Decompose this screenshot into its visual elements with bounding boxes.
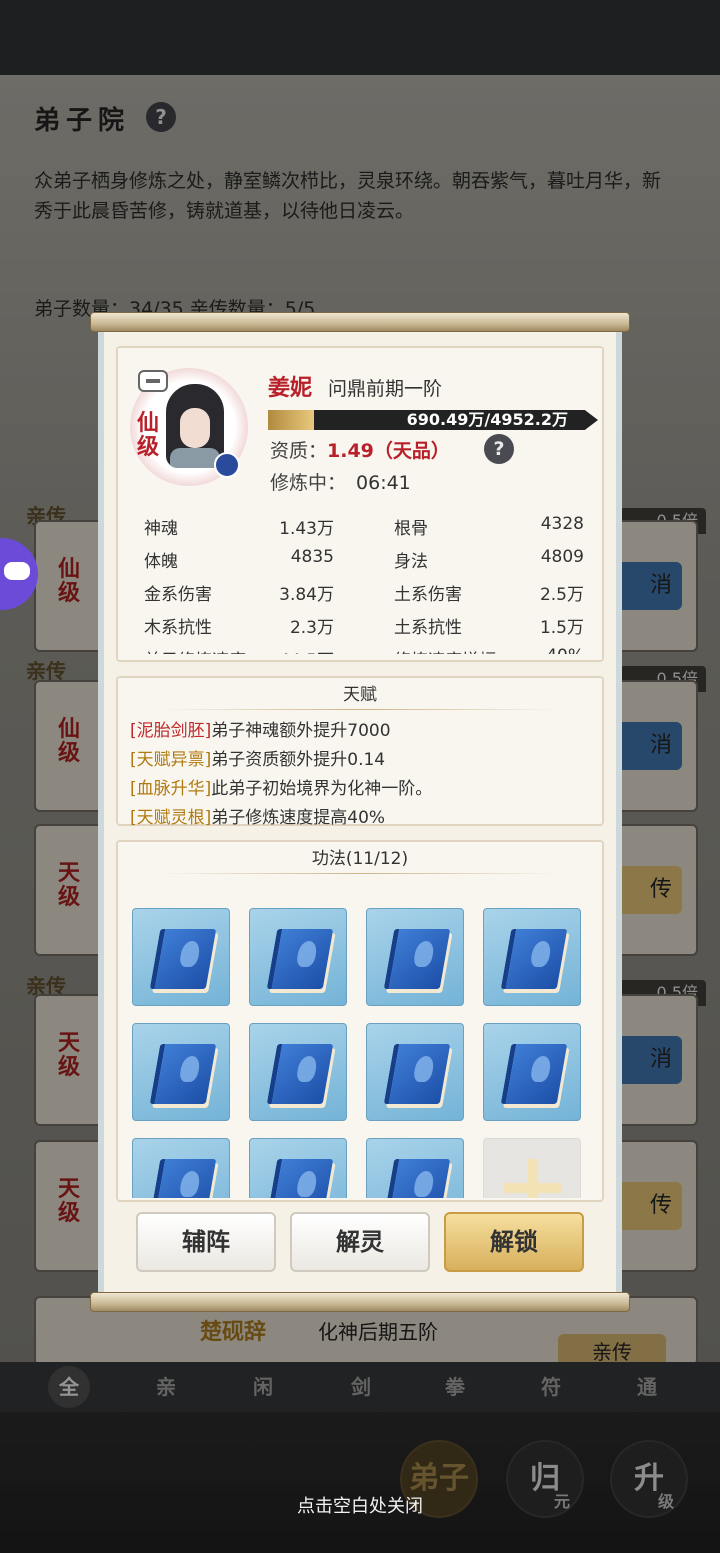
stat-row: 木系抗性 2.3万 bbox=[144, 613, 334, 641]
portrait-robe bbox=[170, 448, 220, 468]
disciple-name: 姜妮 bbox=[268, 376, 313, 401]
portrait-face bbox=[180, 408, 210, 448]
disciple-realm: 问鼎前期一阶 bbox=[328, 378, 443, 400]
stat-label: 土系伤害 bbox=[394, 585, 462, 605]
skill-book-slot[interactable] bbox=[483, 1023, 581, 1121]
stat-label: 修炼速度增幅 bbox=[394, 646, 496, 654]
stat-label: 身法 bbox=[394, 552, 428, 572]
stat-row: 身法 4809 bbox=[394, 547, 584, 575]
stat-value: 2.3万 bbox=[289, 618, 334, 638]
talent-text: 弟子资质额外提升0.14 bbox=[211, 750, 386, 770]
book-icon bbox=[500, 929, 568, 989]
disciple-avatar[interactable]: 仙级 bbox=[130, 368, 248, 486]
book-icon bbox=[383, 1044, 451, 1104]
stat-row: 根骨 4328 bbox=[394, 514, 584, 542]
stat-label: 弟子修炼速度 bbox=[144, 646, 246, 654]
scroll-rod-top bbox=[90, 312, 630, 332]
stat-value: 4835 bbox=[290, 547, 334, 567]
cultivating-time: 06:41 bbox=[356, 472, 411, 494]
lock-icon[interactable] bbox=[138, 370, 168, 392]
release-button[interactable]: 解灵 bbox=[290, 1212, 430, 1272]
stat-value: 44.5万 bbox=[279, 646, 334, 654]
exp-progress-bar: 690.49万/4952.2万 bbox=[268, 410, 598, 430]
book-icon bbox=[149, 1159, 217, 1198]
portrait bbox=[166, 384, 224, 468]
stat-label: 根骨 bbox=[394, 519, 428, 539]
book-icon bbox=[266, 929, 334, 989]
stat-value: 3.84万 bbox=[279, 585, 334, 605]
talent-text: 弟子神魂额外提升7000 bbox=[211, 721, 391, 741]
skills-grid[interactable] bbox=[116, 892, 604, 1198]
talent-row: [血脉升华]此弟子初始境界为化神一阶。 bbox=[130, 774, 432, 799]
book-icon bbox=[266, 1044, 334, 1104]
disciple-info-panel: 仙级 姜妮 问鼎前期一阶 690.49万/4952.2万 资质：1.49（天品）… bbox=[116, 346, 604, 662]
stat-value: 1.43万 bbox=[279, 519, 334, 539]
skill-book-slot[interactable] bbox=[132, 1023, 230, 1121]
cultivating-label: 修炼中： bbox=[270, 472, 347, 494]
book-icon bbox=[383, 1159, 451, 1198]
formation-button[interactable]: 辅阵 bbox=[136, 1212, 276, 1272]
exp-text: 690.49万/4952.2万 bbox=[406, 410, 568, 429]
skills-title: 功法(11/12) bbox=[118, 842, 602, 876]
skill-book-slot[interactable] bbox=[132, 908, 230, 1006]
stat-row: 弟子修炼速度 44.5万 bbox=[144, 646, 334, 654]
skill-book-slot[interactable] bbox=[366, 1138, 464, 1198]
stat-label: 神魂 bbox=[144, 519, 178, 539]
add-skill-slot[interactable] bbox=[483, 1138, 581, 1198]
stat-value: 1.5万 bbox=[539, 618, 584, 638]
stat-value: 2.5万 bbox=[539, 585, 584, 605]
stat-row: 神魂 1.43万 bbox=[144, 514, 334, 542]
stat-label: 土系抗性 bbox=[394, 618, 462, 638]
skill-book-slot[interactable] bbox=[249, 1023, 347, 1121]
scroll-rod-bottom bbox=[90, 1292, 630, 1312]
cultivating-status: 修炼中： 06:41 bbox=[270, 468, 411, 495]
skill-book-slot[interactable] bbox=[483, 908, 581, 1006]
rank-seal: 仙级 bbox=[136, 411, 159, 460]
stat-value: 4809 bbox=[540, 547, 584, 567]
talent-tag: [天赋异禀] bbox=[130, 750, 212, 770]
aptitude: 资质：1.49（天品） bbox=[270, 436, 450, 463]
skill-book-slot[interactable] bbox=[249, 1138, 347, 1198]
plus-icon bbox=[528, 1159, 538, 1198]
talents-panel: 天赋 [泥胎剑胚]弟子神魂额外提升7000 [天赋异禀]弟子资质额外提升0.14… bbox=[116, 676, 604, 828]
book-icon bbox=[383, 929, 451, 989]
book-icon bbox=[149, 929, 217, 989]
book-icon bbox=[266, 1159, 334, 1198]
stat-row: 金系伤害 3.84万 bbox=[144, 580, 334, 608]
talent-text: 弟子修炼速度提高40% bbox=[211, 808, 386, 828]
talents-title: 天赋 bbox=[118, 678, 602, 712]
stat-row: 体魄 4835 bbox=[144, 547, 334, 575]
book-icon bbox=[500, 1044, 568, 1104]
talent-row: [泥胎剑胚]弟子神魂额外提升7000 bbox=[130, 716, 391, 741]
talent-row: [天赋异禀]弟子资质额外提升0.14 bbox=[130, 745, 385, 770]
skill-book-slot[interactable] bbox=[132, 1138, 230, 1198]
talent-text: 此弟子初始境界为化神一阶。 bbox=[211, 779, 433, 799]
stat-label: 体魄 bbox=[144, 552, 178, 572]
aptitude-label: 资质： bbox=[270, 440, 328, 462]
close-hint: 点击空白处关闭 bbox=[297, 1496, 423, 1517]
stat-label: 木系抗性 bbox=[144, 618, 212, 638]
talent-tag: [血脉升华] bbox=[130, 779, 212, 799]
aptitude-value: 1.49（天品） bbox=[327, 440, 450, 462]
gamepad-icon bbox=[4, 562, 30, 580]
book-icon bbox=[149, 1044, 217, 1104]
stat-value: 40% bbox=[546, 646, 584, 654]
skill-book-slot[interactable] bbox=[366, 908, 464, 1006]
stat-row: 土系抗性 1.5万 bbox=[394, 613, 584, 641]
talent-row: [天赋灵根]弟子修炼速度提高40% bbox=[130, 803, 385, 828]
stats-list[interactable]: 神魂 1.43万 根骨 4328 体魄 4835 身法 4809 金系伤害 3.84万 土系伤害 2.… bbox=[144, 514, 584, 654]
skill-book-slot[interactable] bbox=[249, 908, 347, 1006]
stat-value: 4328 bbox=[540, 514, 584, 534]
aptitude-help-icon[interactable]: ? bbox=[484, 434, 514, 464]
stat-label: 金系伤害 bbox=[144, 585, 212, 605]
stat-row: 土系伤害 2.5万 bbox=[394, 580, 584, 608]
talent-tag: [泥胎剑胚] bbox=[130, 721, 212, 741]
stat-row: 修炼速度增幅 40% bbox=[394, 646, 584, 654]
skill-book-slot[interactable] bbox=[366, 1023, 464, 1121]
talent-tag: [天赋灵根] bbox=[130, 808, 212, 828]
element-icon bbox=[214, 452, 240, 478]
disciple-detail-scroll: 仙级 姜妮 问鼎前期一阶 690.49万/4952.2万 资质：1.49（天品）… bbox=[90, 312, 630, 1312]
unlock-button[interactable]: 解锁 bbox=[444, 1212, 584, 1272]
